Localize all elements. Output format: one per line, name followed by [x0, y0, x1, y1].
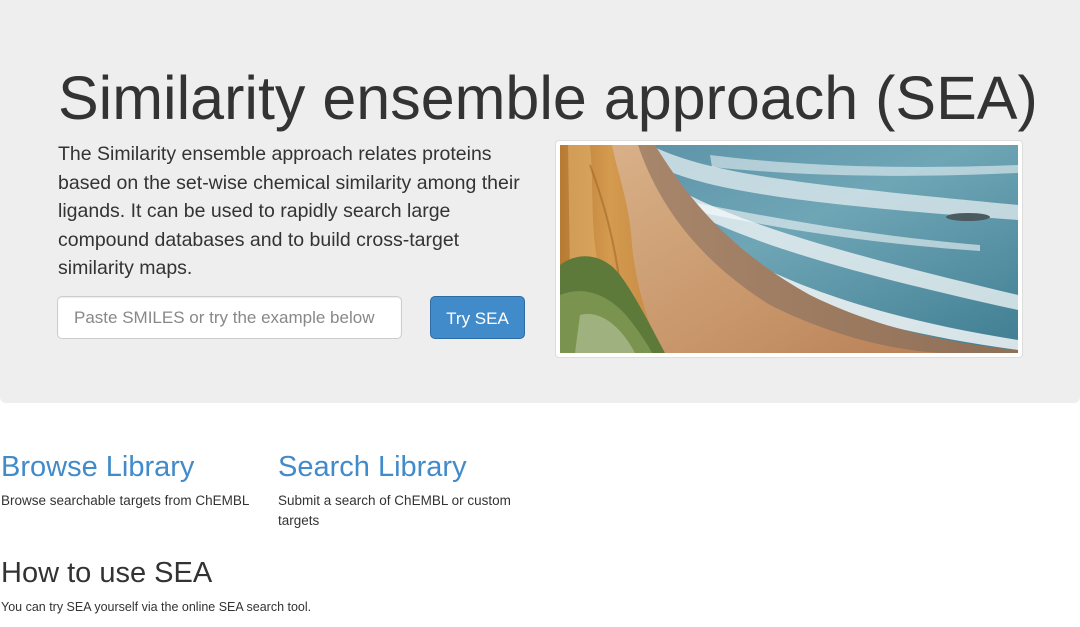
- hero-description: The Similarity ensemble approach relates…: [58, 143, 520, 279]
- hero-jumbotron: Similarity ensemble approach (SEA) The S…: [0, 0, 1080, 403]
- how-to-use-text: You can try SEA yourself via the online …: [1, 600, 312, 614]
- try-sea-button[interactable]: Try SEA: [430, 296, 525, 339]
- browse-library-description: Browse searchable targets from ChEMBL: [1, 493, 250, 508]
- how-to-use-heading: How to use SEA: [1, 557, 213, 589]
- coastline-photo-icon: [560, 145, 1018, 353]
- hero-image: [555, 140, 1023, 358]
- page-title: Similarity ensemble approach (SEA): [58, 64, 1038, 132]
- search-library-link[interactable]: Search Library: [278, 450, 467, 484]
- smiles-search-input[interactable]: [57, 296, 402, 339]
- search-library-description: Submit a search of ChEMBL or custom targ…: [278, 493, 511, 528]
- browse-library-link[interactable]: Browse Library: [1, 450, 194, 484]
